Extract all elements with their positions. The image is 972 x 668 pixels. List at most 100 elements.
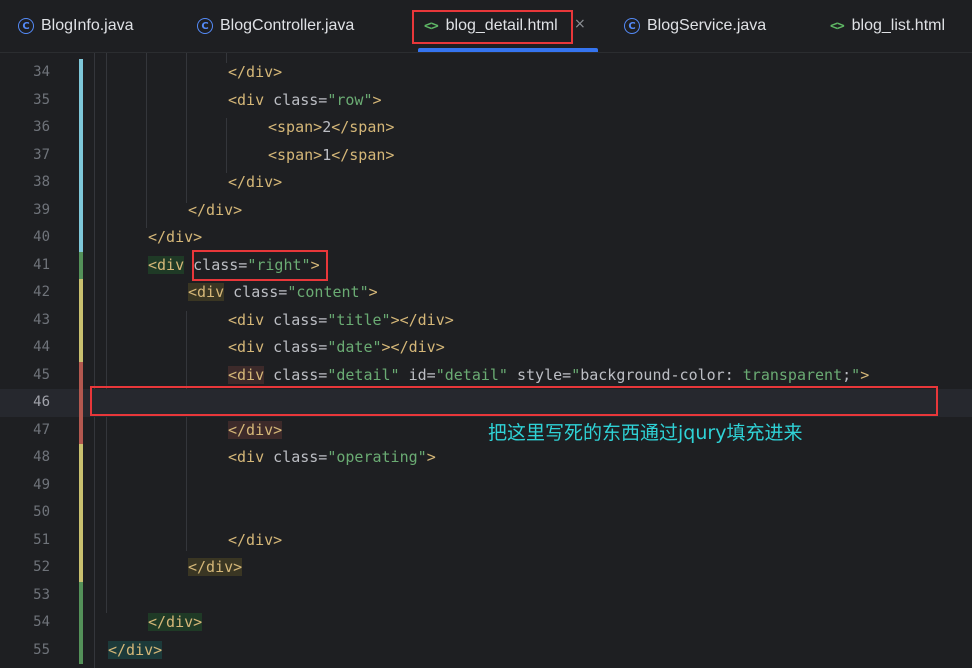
tab-blog-detail-html[interactable]: <> blog_detail.html × xyxy=(418,0,598,52)
line-number: 38 xyxy=(33,174,50,190)
code-text: <span>2</span> xyxy=(268,114,394,142)
vcs-change-marker[interactable] xyxy=(79,389,83,417)
code-line[interactable]: 38 </div> xyxy=(0,169,972,197)
line-number: 50 xyxy=(33,504,50,520)
vcs-change-marker[interactable] xyxy=(79,609,83,637)
code-text: <div class="right"> xyxy=(148,252,320,280)
code-token: <div xyxy=(228,310,274,329)
tab-label: BlogInfo.java xyxy=(41,17,134,34)
code-token: " xyxy=(851,365,861,384)
code-token: "detail" xyxy=(327,365,400,384)
vcs-change-marker[interactable] xyxy=(79,141,83,169)
code-line[interactable]: 40 </div> xyxy=(0,224,972,252)
code-text: <div class="row"> xyxy=(228,87,382,115)
vcs-change-marker[interactable] xyxy=(79,554,83,582)
code-editor[interactable]: 34 </div> 35 <div class="row"> 36 <span>2</sp… xyxy=(0,53,972,668)
line-number: 37 xyxy=(33,146,50,163)
code-text: </div> xyxy=(148,224,202,252)
code-line[interactable]: 52 </div> xyxy=(0,554,972,582)
code-token: </div> xyxy=(188,558,243,576)
annotation-text: 把这里写死的东西通过jqury填充进来 xyxy=(488,422,803,444)
code-token: </div> xyxy=(148,613,203,631)
code-line[interactable]: 37 <span>1</span> xyxy=(0,141,972,170)
code-line[interactable]: 44 <div class="date"></div> xyxy=(0,334,972,362)
code-token: </div> xyxy=(228,173,283,191)
code-line[interactable]: 43 <div class="title"></div> xyxy=(0,306,972,335)
vcs-change-marker[interactable] xyxy=(79,526,83,554)
code-token: > xyxy=(860,365,870,384)
code-line[interactable]: 49 xyxy=(0,471,972,499)
code-line[interactable]: 51 </div> xyxy=(0,526,972,555)
vcs-change-marker[interactable] xyxy=(79,86,83,114)
code-token: "title" xyxy=(327,310,391,329)
code-line[interactable]: 53 xyxy=(0,581,972,609)
code-text: <div class="title"></div> xyxy=(228,307,454,335)
line-number: 36 xyxy=(33,119,50,135)
line-number: 45 xyxy=(33,366,50,383)
vcs-change-marker[interactable] xyxy=(79,251,83,279)
vcs-change-marker[interactable] xyxy=(79,499,83,527)
code-token: class= xyxy=(273,365,328,384)
code-token: " xyxy=(571,365,581,384)
vcs-change-marker[interactable] xyxy=(79,196,83,224)
code-token: </span> xyxy=(331,118,395,136)
vcs-change-marker[interactable] xyxy=(79,636,83,664)
vcs-change-marker[interactable] xyxy=(79,334,83,362)
code-token: transparent xyxy=(742,365,843,384)
code-text: </div> xyxy=(188,197,242,225)
vcs-change-marker[interactable] xyxy=(79,114,83,142)
tab-blog-list-html[interactable]: <> blog_list.html xyxy=(830,0,945,52)
line-number: 43 xyxy=(33,311,50,328)
code-line[interactable]: 54 </div> xyxy=(0,609,972,637)
code-line[interactable]: 47 </div> xyxy=(0,416,972,444)
code-token: "row" xyxy=(327,90,373,109)
code-text: </div> xyxy=(228,59,282,87)
code-text: <div class="content"> xyxy=(188,279,378,307)
code-token: "content" xyxy=(287,283,369,301)
code-token: </span> xyxy=(331,145,395,164)
code-line[interactable]: 45 <div class="detail" id="detail" style=… xyxy=(0,361,972,389)
vcs-change-marker[interactable] xyxy=(79,59,83,87)
code-token: background-color: xyxy=(580,365,743,384)
vcs-change-marker[interactable] xyxy=(79,306,83,334)
code-line[interactable]: 42 <div class="content"> xyxy=(0,279,972,307)
code-line[interactable]: 39 </div> xyxy=(0,196,972,225)
code-text: </div> xyxy=(108,637,163,665)
code-line[interactable]: 41 <div class="right"> xyxy=(0,251,972,280)
vcs-change-marker[interactable] xyxy=(79,471,83,499)
close-icon[interactable]: × xyxy=(574,16,586,32)
code-token: ></div> xyxy=(390,310,454,329)
code-line[interactable]: 55 </div> xyxy=(0,636,972,665)
code-token: ; xyxy=(842,365,852,384)
line-number: 42 xyxy=(33,284,50,300)
code-line[interactable]: 34 </div> xyxy=(0,59,972,87)
tab-blogservice-java[interactable]: C BlogService.java xyxy=(624,0,766,52)
vcs-change-marker[interactable] xyxy=(79,581,83,609)
vcs-change-marker[interactable] xyxy=(79,444,83,472)
code-line[interactable]: 50 xyxy=(0,499,972,527)
code-line[interactable]: 46 xyxy=(0,389,972,417)
code-line[interactable]: 48 <div class="operating"> xyxy=(0,444,972,472)
code-token: </div> xyxy=(108,640,163,659)
code-text: <span>1</span> xyxy=(268,142,394,170)
vcs-change-marker[interactable] xyxy=(79,416,83,444)
code-line[interactable]: 35 <div class="row"> xyxy=(0,86,972,115)
line-number: 52 xyxy=(33,559,50,575)
vcs-change-marker[interactable] xyxy=(79,224,83,252)
code-line[interactable]: 36 <span>2</span> xyxy=(0,114,972,142)
vcs-change-marker[interactable] xyxy=(79,169,83,197)
code-token: </div> xyxy=(148,228,203,246)
code-token: class= xyxy=(273,338,328,356)
code-text: </div> xyxy=(228,527,282,555)
active-tab-indicator xyxy=(418,48,598,52)
vcs-change-marker[interactable] xyxy=(79,361,83,389)
code-text: </div> xyxy=(228,169,282,197)
code-token: <div xyxy=(228,448,274,466)
vcs-change-marker[interactable] xyxy=(79,279,83,307)
tab-bloginfo-java[interactable]: C BlogInfo.java xyxy=(18,0,134,52)
tab-blogcontroller-java[interactable]: C BlogController.java xyxy=(197,0,354,52)
code-token: > xyxy=(372,90,382,109)
